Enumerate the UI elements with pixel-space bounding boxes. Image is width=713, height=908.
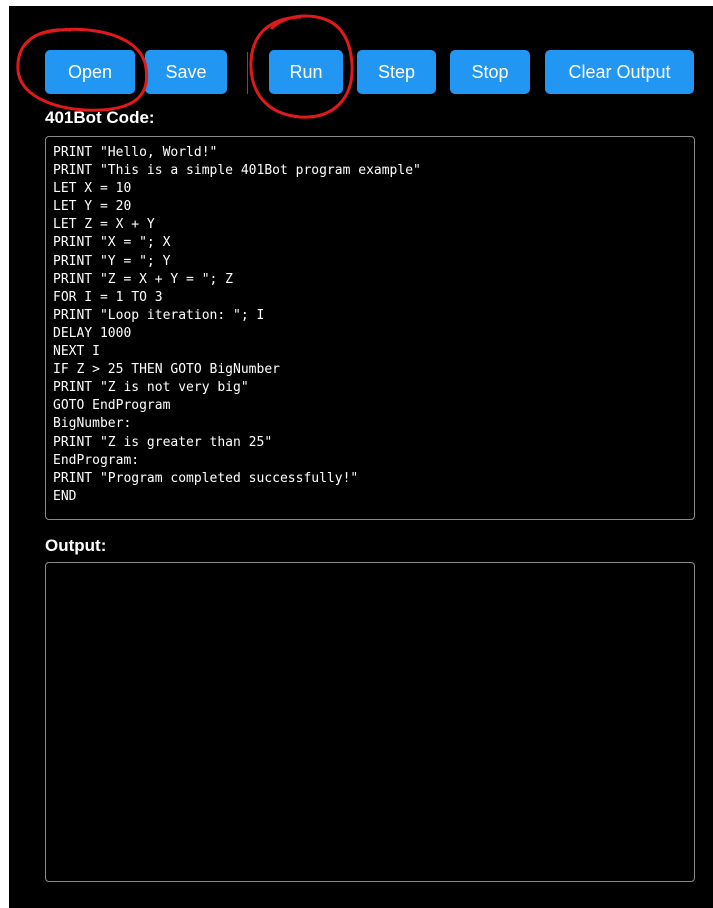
code-editor[interactable]: PRINT "Hello, World!" PRINT "This is a s… (45, 136, 695, 520)
toolbar-divider (247, 52, 248, 94)
clear-output-button[interactable]: Clear Output (545, 50, 694, 94)
run-button[interactable]: Run (269, 50, 343, 94)
stop-button[interactable]: Stop (450, 50, 530, 94)
code-label: 401Bot Code: (45, 108, 155, 127)
output-label: Output: (45, 536, 107, 555)
open-button[interactable]: Open (45, 50, 135, 94)
step-button[interactable]: Step (357, 50, 436, 94)
toolbar: Open Save Run Step Stop Clear Output (45, 50, 705, 94)
save-button[interactable]: Save (145, 50, 227, 94)
output-console (45, 562, 695, 882)
